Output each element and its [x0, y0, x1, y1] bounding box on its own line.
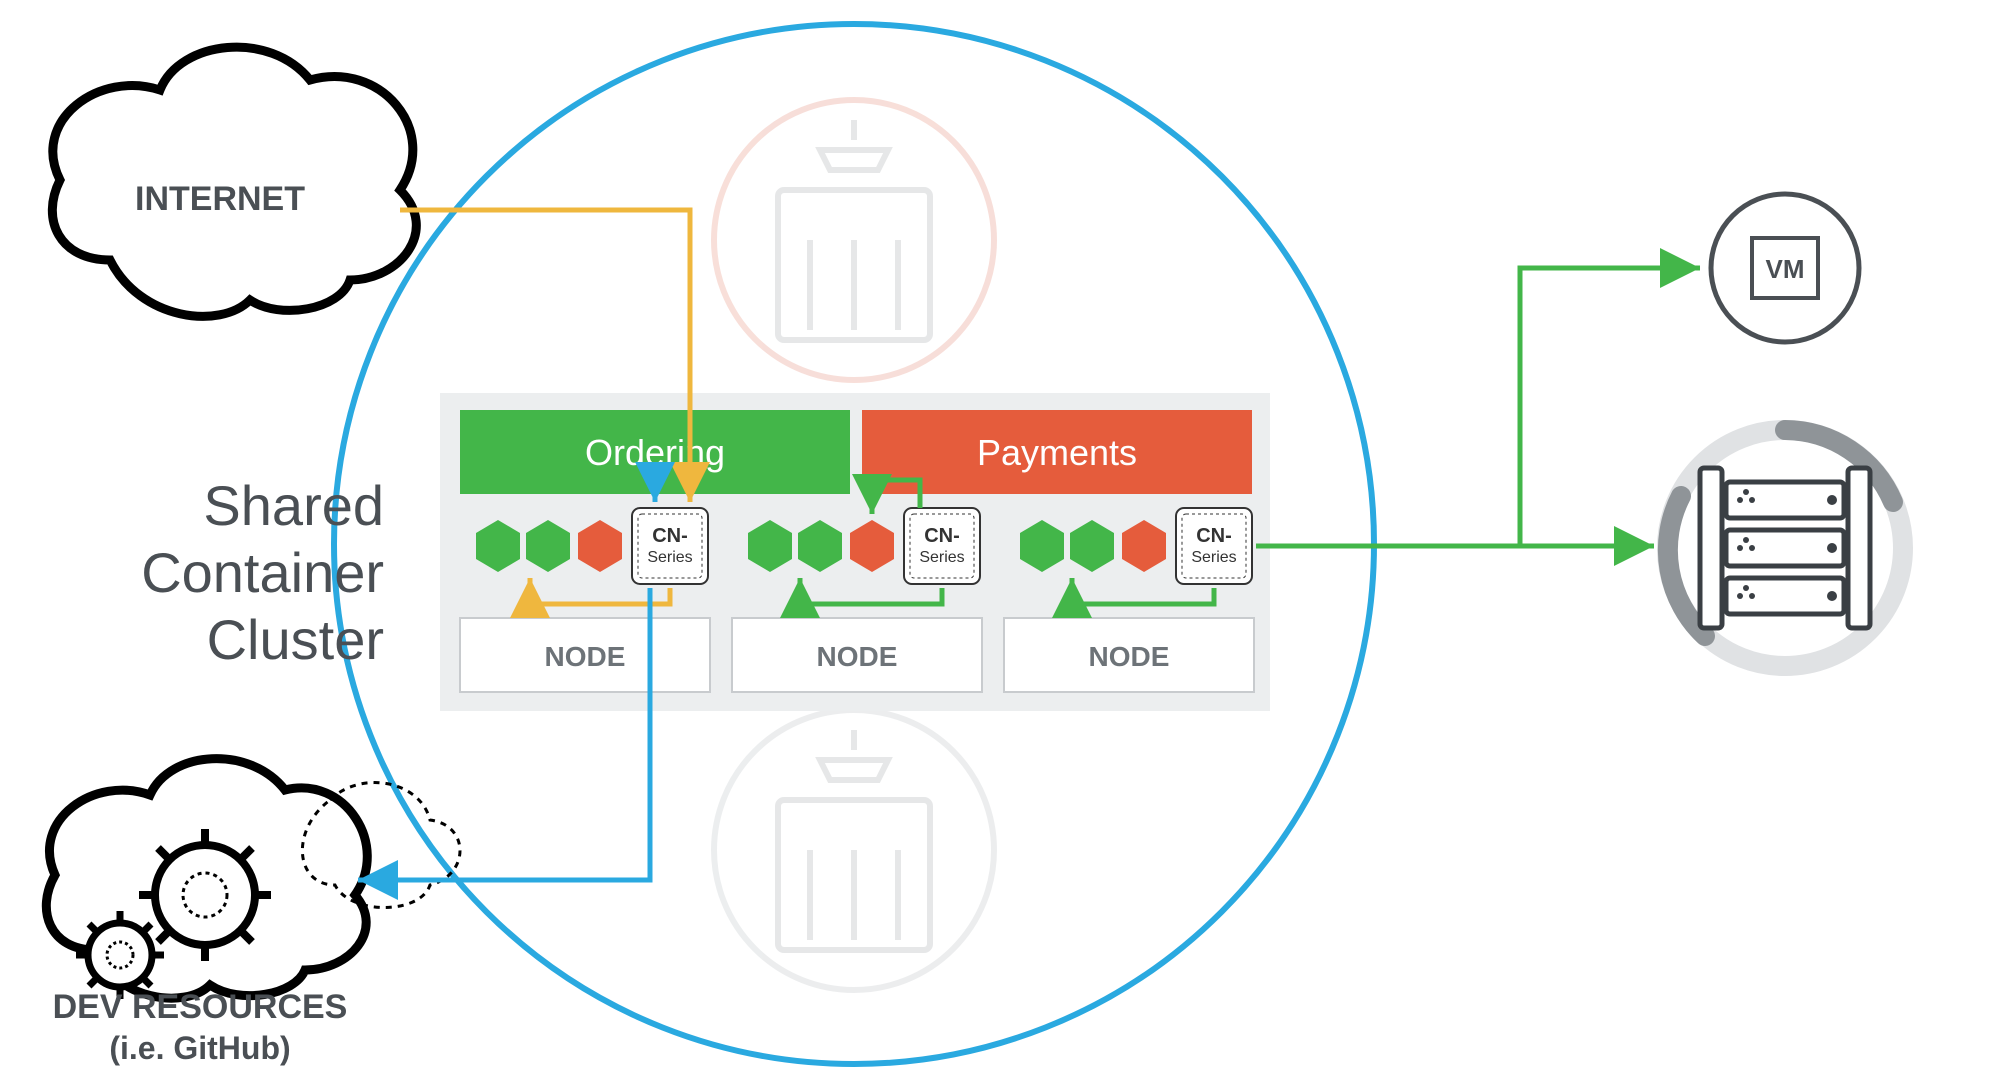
title-line-3: Cluster	[207, 608, 384, 671]
cn-series-box-3: CN- Series	[1176, 508, 1252, 584]
cluster-title: Shared Container Cluster	[64, 472, 384, 674]
gear-big-icon	[139, 829, 271, 961]
dev-resources-label: DEV RESOURCES	[40, 988, 360, 1027]
flow-egress	[1256, 268, 1700, 546]
server-stack	[1667, 430, 1903, 666]
node-label-3: NODE	[1089, 641, 1170, 672]
cn-label-2: CN-	[924, 525, 960, 547]
internet-label: INTERNET	[135, 180, 305, 218]
dev-resources-sub: (i.e. GitHub)	[40, 1030, 360, 1067]
cn-series-box-2: CN- Series	[904, 508, 980, 584]
vm-label: VM	[1766, 254, 1805, 284]
cn-sub-3: Series	[1191, 549, 1236, 566]
cn-label-1: CN-	[652, 525, 688, 547]
internet-cloud: INTERNET	[52, 47, 416, 316]
bg-container-top	[714, 100, 994, 380]
gear-small-icon	[76, 911, 164, 999]
vm-target: VM	[1711, 194, 1859, 342]
cn-series-box-1: CN- Series	[632, 508, 708, 584]
cn-sub-1: Series	[647, 549, 692, 566]
node-label-1: NODE	[545, 641, 626, 672]
service-payments-label: Payments	[977, 432, 1137, 473]
title-line-1: Shared	[203, 474, 384, 537]
cn-label-3: CN-	[1196, 525, 1232, 547]
node-label-2: NODE	[817, 641, 898, 672]
service-ordering-label: Ordering	[585, 432, 725, 473]
bg-container-bottom	[714, 710, 994, 990]
cn-sub-2: Series	[919, 549, 964, 566]
title-line-2: Container	[141, 541, 384, 604]
